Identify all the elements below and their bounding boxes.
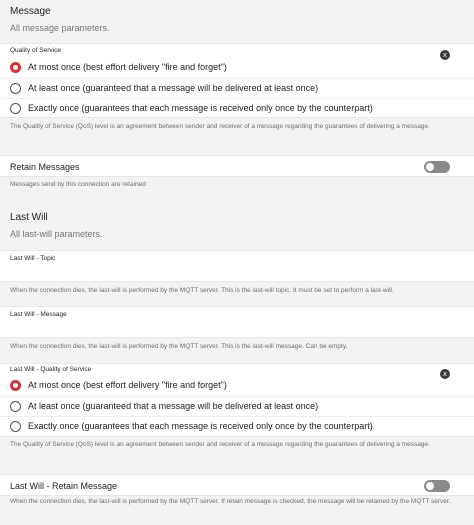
last-will-qos-option-at-most-once[interactable]: At most once (best effort delivery "fire… (0, 376, 474, 396)
toggle-knob (426, 482, 434, 490)
radio-button[interactable] (10, 401, 21, 412)
last-will-qos-description: The Quality of Service (QoS) level is an… (10, 441, 430, 448)
qos-group: Quality of Service x At most once (best … (0, 43, 474, 118)
last-will-message-field[interactable]: Last Will - Message (0, 306, 474, 338)
last-will-retain-toggle[interactable] (424, 480, 450, 492)
toggle-knob (426, 163, 434, 171)
last-will-qos-group: Last Will - Quality of Service x At most… (0, 363, 474, 437)
qos-label: Quality of Service (10, 47, 61, 54)
qos-option-label: Exactly once (guarantees that each messa… (28, 421, 373, 431)
last-will-section-title: Last Will (10, 212, 48, 223)
last-will-retain-row: Last Will - Retain Message (0, 474, 474, 496)
retain-messages-toggle[interactable] (424, 161, 450, 173)
message-section-subtitle: All message parameters. (10, 23, 110, 33)
qos-option-label: At least once (guaranteed that a message… (28, 401, 319, 411)
retain-messages-label: Retain Messages (10, 162, 80, 172)
qos-option-exactly-once[interactable]: Exactly once (guarantees that each messa… (0, 98, 474, 118)
qos-option-label: At most once (best effort delivery "fire… (28, 62, 227, 72)
last-will-message-label: Last Will - Message (10, 311, 67, 318)
qos-description: The Quality of Service (QoS) level is an… (10, 123, 430, 130)
qos-option-label: At least once (guaranteed that a message… (28, 83, 319, 93)
qos-option-at-most-once[interactable]: At most once (best effort delivery "fire… (0, 58, 474, 78)
last-will-retain-label: Last Will - Retain Message (10, 481, 118, 491)
radio-button[interactable] (10, 421, 21, 432)
last-will-topic-label: Last Will - Topic (10, 255, 56, 262)
last-will-retain-description: When the connection dies, the last-will … (10, 498, 451, 505)
last-will-topic-description: When the connection dies, the last-will … (10, 287, 394, 294)
qos-option-at-least-once[interactable]: At least once (guaranteed that a message… (0, 78, 474, 98)
radio-button[interactable] (10, 103, 21, 114)
last-will-qos-option-at-least-once[interactable]: At least once (guaranteed that a message… (0, 396, 474, 416)
last-will-qos-option-exactly-once[interactable]: Exactly once (guarantees that each messa… (0, 416, 474, 436)
qos-option-label: Exactly once (guarantees that each messa… (28, 103, 373, 113)
last-will-section-subtitle: All last-will parameters. (10, 229, 103, 239)
radio-button[interactable] (10, 62, 21, 73)
retain-messages-row: Retain Messages (0, 155, 474, 177)
last-will-message-description: When the connection dies, the last-will … (10, 343, 348, 350)
retain-messages-description: Messages send by this connection are ret… (10, 181, 146, 188)
radio-button[interactable] (10, 380, 21, 391)
radio-button[interactable] (10, 83, 21, 94)
last-will-qos-label: Last Will - Quality of Service (10, 366, 92, 373)
message-section-title: Message (10, 6, 51, 17)
last-will-topic-field[interactable]: Last Will - Topic (0, 250, 474, 282)
qos-option-label: At most once (best effort delivery "fire… (28, 380, 227, 390)
